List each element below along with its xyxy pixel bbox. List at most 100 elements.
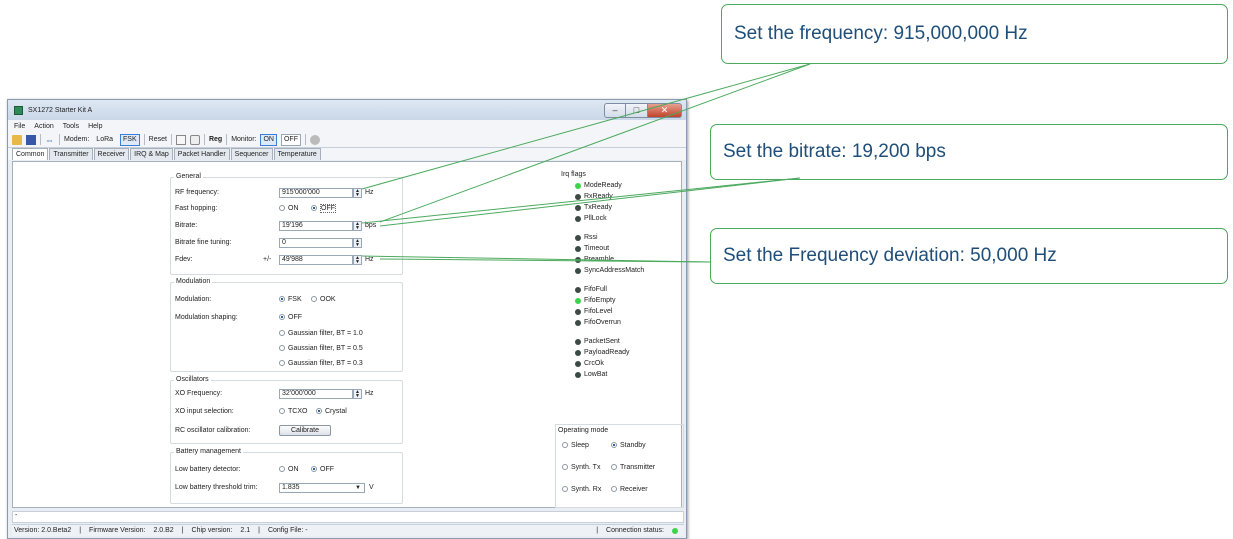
menu-action[interactable]: Action xyxy=(34,123,53,130)
modulation-ook-radio[interactable]: OOK xyxy=(311,295,336,305)
bitrate-fine-spinner[interactable]: ▲ ▼ xyxy=(353,238,362,248)
tab-sequencer[interactable]: Sequencer xyxy=(230,148,273,160)
fast-hopping-off-radio[interactable]: OFF xyxy=(311,204,336,214)
irq-flag-label: PllLock xyxy=(584,215,607,222)
tab-receiver[interactable]: Receiver xyxy=(93,148,130,160)
status-firmware-value: 2.0.B2 xyxy=(153,527,174,534)
fdev-spinner[interactable]: ▲ ▼ xyxy=(353,255,362,265)
irq-led-icon xyxy=(575,194,581,200)
tab-bar: Common Transmitter Receiver IRQ & Map Pa… xyxy=(8,148,686,160)
xo-frequency-spinner[interactable]: ▲ ▼ xyxy=(353,389,362,399)
irq-flag-label: FifoOverrun xyxy=(584,319,621,326)
monitor-off-button[interactable]: OFF xyxy=(280,133,301,146)
xo-tcxo-radio[interactable]: TCXO xyxy=(279,407,307,417)
xo-crystal-radio[interactable]: Crystal xyxy=(316,407,347,417)
irq-flag-label: PacketSent xyxy=(584,338,620,345)
low-battery-off-radio[interactable]: OFF xyxy=(311,465,334,475)
callout-bitrate: Set the bitrate: 19,200 bps xyxy=(710,124,1228,180)
callout-frequency: Set the frequency: 915,000,000 Hz xyxy=(721,4,1228,64)
irq-led-icon xyxy=(575,235,581,241)
calibrate-button[interactable]: Calibrate xyxy=(279,425,331,436)
tab-packet-handler[interactable]: Packet Handler xyxy=(173,148,230,160)
modulation-fsk-radio[interactable]: FSK xyxy=(279,295,302,305)
mode-sleep-radio[interactable]: Sleep xyxy=(562,441,589,451)
lora-button[interactable]: LoRa xyxy=(93,134,116,146)
open-folder-icon[interactable] xyxy=(12,134,22,145)
fsk-button[interactable]: FSK xyxy=(120,133,140,146)
bitrate-spinner[interactable]: ▲ ▼ xyxy=(353,221,362,231)
irq-flag-label: CrcOk xyxy=(584,360,604,367)
save-icon[interactable] xyxy=(26,134,36,145)
minimize-button[interactable]: – xyxy=(604,102,626,118)
rf-frequency-spinner[interactable]: ▲ ▼ xyxy=(353,188,362,198)
callout-fdev: Set the Frequency deviation: 50,000 Hz xyxy=(710,228,1228,284)
connection-led-icon xyxy=(672,527,678,534)
low-battery-on-radio[interactable]: ON xyxy=(279,465,299,475)
rf-frequency-input[interactable]: 915'000'000 xyxy=(279,188,353,198)
tab-irq-map[interactable]: IRQ & Map xyxy=(130,148,173,160)
maximize-button[interactable]: □ xyxy=(626,102,648,118)
menu-file[interactable]: File xyxy=(14,123,25,130)
irq-led-icon xyxy=(575,298,581,304)
chevron-down-icon[interactable]: ▼ xyxy=(355,483,361,493)
monitor-on-button[interactable]: ON xyxy=(260,133,277,146)
irq-led-icon xyxy=(575,246,581,252)
status-bar: Version: 2.0.Beta2 | Firmware Version: 2.… xyxy=(12,524,684,536)
tab-temperature[interactable]: Temperature xyxy=(273,148,321,160)
irq-flag-label: LowBat xyxy=(584,371,608,378)
irq-flag-label: TxReady xyxy=(584,204,613,211)
mode-receiver-radio[interactable]: Receiver xyxy=(611,485,648,495)
mode-synth-rx-radio[interactable]: Synth. Rx xyxy=(562,485,601,495)
shaping-label: Modulation shaping: xyxy=(175,314,238,321)
bitrate-fine-input[interactable]: 0 xyxy=(279,238,353,248)
bitrate-input[interactable]: 19'196 xyxy=(279,221,353,231)
xo-frequency-label: XO Frequency: xyxy=(175,390,223,397)
monitor-label: Monitor: xyxy=(231,136,257,143)
fdev-plusminus: +/- xyxy=(263,256,272,263)
modem-label: Modem: xyxy=(64,136,90,143)
app-window: SX1272 Starter Kit A – □ ✕ File Action T… xyxy=(7,99,687,539)
swap-arrows-icon[interactable]: ⇔ xyxy=(45,135,55,145)
window-title: SX1272 Starter Kit A xyxy=(28,106,93,114)
operating-mode-group: Operating mode Sleep Standby Synth. Tx T… xyxy=(555,424,684,508)
fast-hopping-on-radio[interactable]: ON xyxy=(279,204,299,214)
shaping-off-radio[interactable]: OFF xyxy=(279,313,302,323)
low-battery-trim-select[interactable]: 1.835 xyxy=(279,483,365,493)
irq-led-icon xyxy=(575,268,581,274)
reg-button[interactable]: Reg xyxy=(209,136,222,143)
mode-transmitter-radio[interactable]: Transmitter xyxy=(611,463,655,473)
log-area: - xyxy=(12,511,684,523)
menu-tools[interactable]: Tools xyxy=(63,123,79,130)
document-icon[interactable] xyxy=(175,134,186,145)
fdev-input[interactable]: 49'988 xyxy=(279,255,353,265)
monitor-led-icon xyxy=(309,134,320,145)
tab-transmitter[interactable]: Transmitter xyxy=(49,148,93,160)
xo-frequency-input[interactable]: 32'000'000 xyxy=(279,389,353,399)
low-battery-detector-label: Low battery detector: xyxy=(175,466,241,473)
menu-help[interactable]: Help xyxy=(88,123,102,130)
oscillators-group: Oscillators XO Frequency: 32'000'000 ▲ ▼ … xyxy=(170,376,403,444)
mode-synth-tx-radio[interactable]: Synth. Tx xyxy=(562,463,600,473)
irq-led-icon xyxy=(575,309,581,315)
irq-flag-label: Rssi xyxy=(584,234,598,241)
tab-common[interactable]: Common xyxy=(12,148,49,160)
irq-led-icon xyxy=(575,205,581,211)
irq-flags-title: Irq flags xyxy=(561,171,586,178)
mode-standby-radio[interactable]: Standby xyxy=(611,441,646,451)
close-button[interactable]: ✕ xyxy=(648,102,682,118)
reset-button[interactable]: Reset xyxy=(149,136,167,143)
irq-flag-label: FifoFull xyxy=(584,286,607,293)
title-bar: SX1272 Starter Kit A – □ ✕ xyxy=(8,100,686,120)
irq-led-icon xyxy=(575,257,581,263)
irq-flag-label: SyncAddressMatch xyxy=(584,267,645,274)
general-group: General RF frequency: 915'000'000 ▲ ▼ Hz … xyxy=(170,173,403,275)
oscillators-title: Oscillators xyxy=(174,376,211,383)
app-icon xyxy=(14,105,23,115)
status-connection-label: Connection status: xyxy=(606,527,664,534)
shaping-bt10-radio[interactable]: Gaussian filter, BT = 1.0 xyxy=(279,329,363,339)
irq-led-icon xyxy=(575,183,581,189)
shaping-bt05-radio[interactable]: Gaussian filter, BT = 0.5 xyxy=(279,344,363,354)
speaker-icon[interactable] xyxy=(189,134,200,145)
shaping-bt03-radio[interactable]: Gaussian filter, BT = 0.3 xyxy=(279,359,363,369)
low-battery-trim-label: Low battery threshold trim: xyxy=(175,484,258,491)
